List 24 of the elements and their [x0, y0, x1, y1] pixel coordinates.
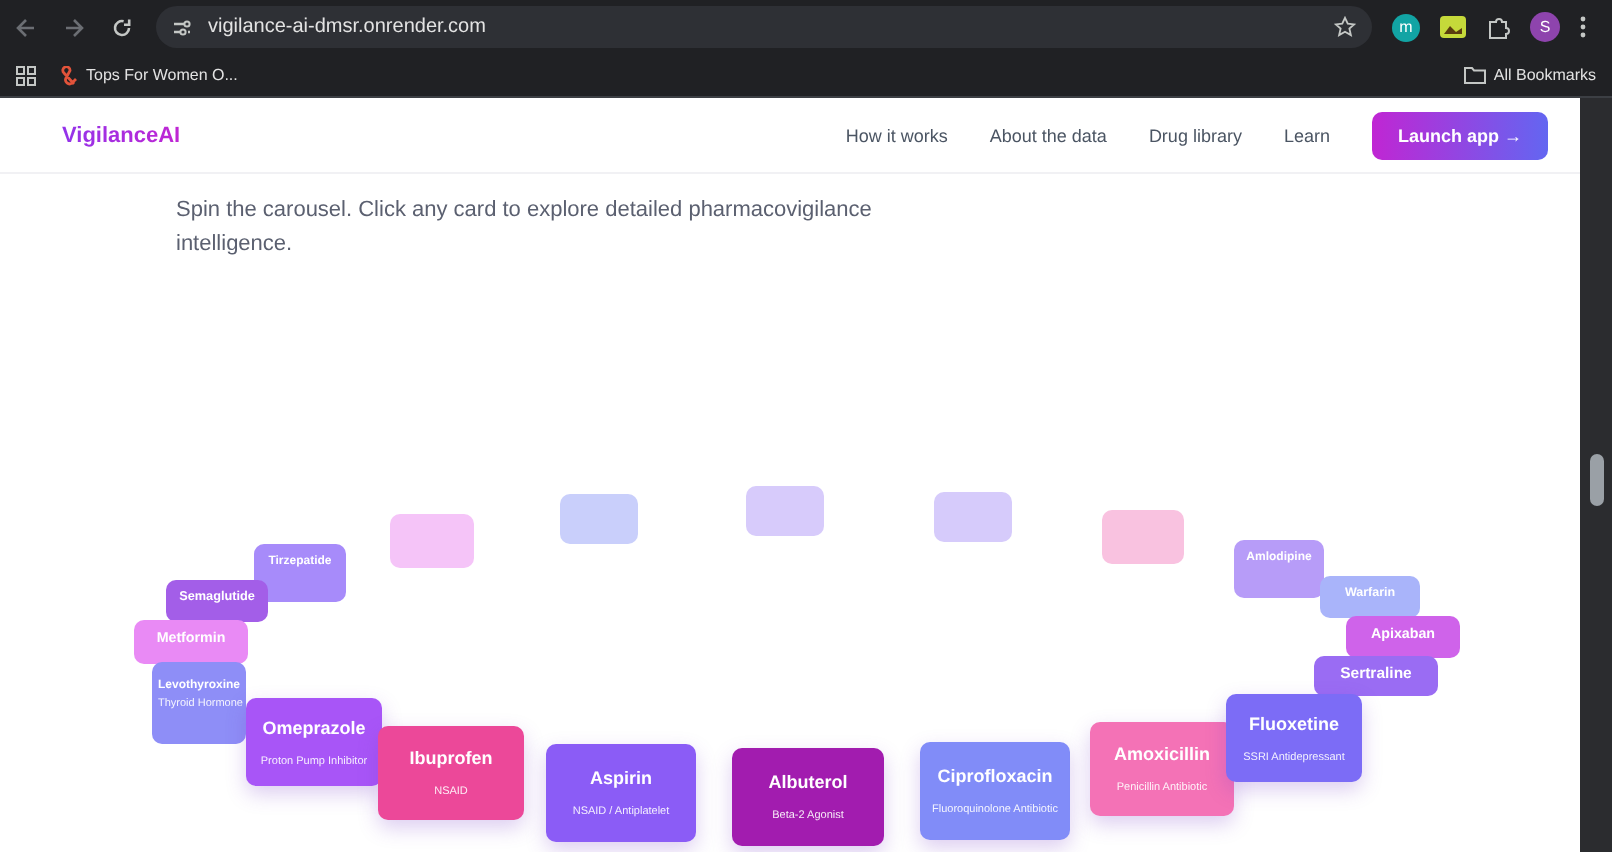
menu-icon[interactable] — [1580, 16, 1586, 38]
address-bar[interactable]: vigilance-ai-dmsr.onrender.com — [156, 6, 1372, 48]
bookmark-link[interactable]: Tops For Women O... — [60, 65, 238, 85]
nav-link[interactable]: Drug library — [1148, 125, 1242, 145]
site-settings-icon[interactable] — [172, 17, 192, 37]
ampersand-icon — [60, 65, 78, 85]
forward-button[interactable] — [60, 17, 88, 37]
extensions-puzzle-icon[interactable] — [1486, 15, 1510, 39]
extension-icon[interactable]: m — [1392, 13, 1420, 41]
apps-grid-icon[interactable] — [16, 65, 36, 85]
all-bookmarks-button[interactable]: All Bookmarks — [1463, 66, 1596, 84]
logo[interactable]: VigilanceAI — [62, 123, 181, 147]
scrollbar-thumb[interactable] — [1589, 454, 1603, 506]
folder-icon — [1463, 66, 1486, 84]
nav-link[interactable]: About the data — [989, 125, 1107, 145]
launch-app-button[interactable]: Launch app → — [1371, 111, 1548, 159]
intro-text: Spin the carousel. Click any card to explore detailed pharmacovigilance intelligence. — [176, 196, 874, 260]
extension-icon[interactable] — [1440, 16, 1466, 38]
nav-link[interactable]: How it works — [845, 125, 948, 145]
bookmark-star-icon[interactable] — [1334, 16, 1356, 38]
profile-avatar[interactable]: S — [1530, 12, 1560, 42]
nav-link[interactable]: Learn — [1283, 125, 1330, 145]
reload-button[interactable] — [108, 17, 136, 37]
back-button[interactable] — [12, 17, 40, 37]
